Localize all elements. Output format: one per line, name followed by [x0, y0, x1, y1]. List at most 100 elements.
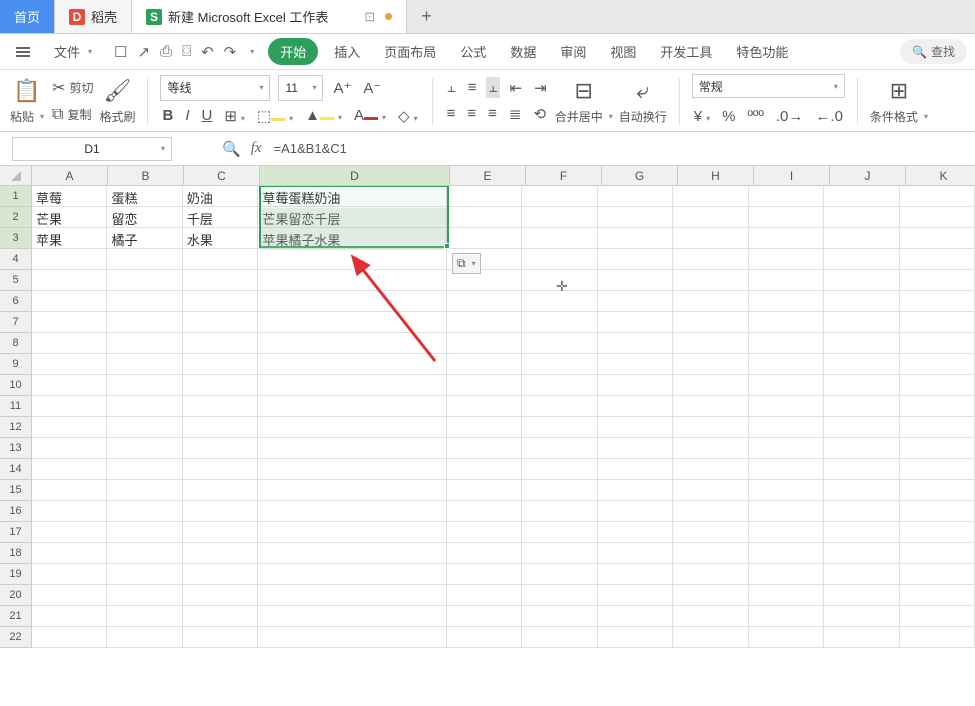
cell-H21[interactable] — [673, 606, 748, 627]
cell-A21[interactable] — [32, 606, 107, 627]
column-header-H[interactable]: H — [678, 166, 754, 186]
copy-button[interactable]: ⧉复制 — [50, 104, 93, 126]
cell-D18[interactable] — [258, 543, 447, 564]
row-header-20[interactable]: 20 — [0, 585, 32, 606]
row-header-4[interactable]: 4 — [0, 249, 32, 270]
cell-B16[interactable] — [107, 501, 182, 522]
cell-I15[interactable] — [749, 480, 824, 501]
cell-G22[interactable] — [598, 627, 673, 648]
cell-A9[interactable] — [32, 354, 107, 375]
cell-A8[interactable] — [32, 333, 107, 354]
row-header-14[interactable]: 14 — [0, 459, 32, 480]
cell-E17[interactable] — [447, 522, 522, 543]
cell-B17[interactable] — [107, 522, 182, 543]
cell-C11[interactable] — [183, 396, 258, 417]
cell-H17[interactable] — [673, 522, 748, 543]
cell-K16[interactable] — [900, 501, 975, 522]
cell-B8[interactable] — [107, 333, 182, 354]
cell-D13[interactable] — [258, 438, 447, 459]
ribbon-tab-start[interactable]: 开始 — [268, 38, 318, 65]
cell-I9[interactable] — [749, 354, 824, 375]
cell-B2[interactable]: 留恋 — [107, 207, 182, 228]
cell-C14[interactable] — [183, 459, 258, 480]
row-header-9[interactable]: 9 — [0, 354, 32, 375]
cell-B11[interactable] — [107, 396, 182, 417]
cell-B4[interactable] — [107, 249, 182, 270]
cell-I21[interactable] — [749, 606, 824, 627]
bold-icon[interactable]: B — [160, 105, 175, 126]
cell-A18[interactable] — [32, 543, 107, 564]
cell-K7[interactable] — [900, 312, 975, 333]
cell-E11[interactable] — [447, 396, 522, 417]
formula-input[interactable] — [262, 137, 975, 161]
cell-H18[interactable] — [673, 543, 748, 564]
merge-center-button[interactable]: ⊟ 合并居中▾ — [555, 76, 613, 125]
column-header-F[interactable]: F — [526, 166, 602, 186]
cell-I4[interactable] — [749, 249, 824, 270]
cell-A6[interactable] — [32, 291, 107, 312]
cell-J17[interactable] — [824, 522, 899, 543]
cell-I14[interactable] — [749, 459, 824, 480]
cell-E9[interactable] — [447, 354, 522, 375]
cell-E16[interactable] — [447, 501, 522, 522]
pin-icon[interactable]: ⊡ — [364, 9, 375, 25]
cell-D5[interactable] — [258, 270, 447, 291]
print-preview-icon[interactable]: ⌼ — [182, 43, 191, 60]
increase-font-icon[interactable]: A⁺ — [331, 77, 353, 99]
cell-G10[interactable] — [598, 375, 673, 396]
row-header-10[interactable]: 10 — [0, 375, 32, 396]
cell-F1[interactable] — [522, 186, 597, 207]
cell-H15[interactable] — [673, 480, 748, 501]
cell-I12[interactable] — [749, 417, 824, 438]
cell-I20[interactable] — [749, 585, 824, 606]
cut-button[interactable]: ✂剪切 — [50, 76, 93, 100]
decrease-font-icon[interactable]: A⁻ — [361, 77, 383, 99]
cell-B3[interactable]: 橘子 — [107, 228, 182, 249]
redo-icon[interactable]: ↷ — [224, 43, 237, 61]
cell-G20[interactable] — [598, 585, 673, 606]
cell-K1[interactable] — [900, 186, 975, 207]
cell-J15[interactable] — [824, 480, 899, 501]
row-header-13[interactable]: 13 — [0, 438, 32, 459]
cell-G13[interactable] — [598, 438, 673, 459]
cell-H5[interactable] — [673, 270, 748, 291]
row-header-19[interactable]: 19 — [0, 564, 32, 585]
comma-style-icon[interactable]: ººº — [745, 106, 765, 127]
cell-D12[interactable] — [258, 417, 447, 438]
cell-D14[interactable] — [258, 459, 447, 480]
cell-K6[interactable] — [900, 291, 975, 312]
cell-F12[interactable] — [522, 417, 597, 438]
cell-J5[interactable] — [824, 270, 899, 291]
cell-J11[interactable] — [824, 396, 899, 417]
name-box[interactable]: D1 ▾ — [12, 137, 172, 161]
cell-F21[interactable] — [522, 606, 597, 627]
cell-D21[interactable] — [258, 606, 447, 627]
cell-D3[interactable]: 苹果橘子水果 — [258, 228, 447, 249]
fx-icon[interactable]: fx — [251, 140, 262, 157]
cell-A3[interactable]: 苹果 — [32, 228, 107, 249]
paste-options-button[interactable]: ⧉▾ — [452, 253, 481, 274]
cell-K10[interactable] — [900, 375, 975, 396]
cell-H4[interactable] — [673, 249, 748, 270]
cell-I11[interactable] — [749, 396, 824, 417]
cell-D15[interactable] — [258, 480, 447, 501]
tab-home[interactable]: 首页 — [0, 0, 55, 33]
cell-K20[interactable] — [900, 585, 975, 606]
cell-A19[interactable] — [32, 564, 107, 585]
cell-C8[interactable] — [183, 333, 258, 354]
fill-color-icon[interactable]: ⬚▾ — [255, 105, 295, 127]
cell-F17[interactable] — [522, 522, 597, 543]
cell-G18[interactable] — [598, 543, 673, 564]
cell-J16[interactable] — [824, 501, 899, 522]
cell-I16[interactable] — [749, 501, 824, 522]
row-header-8[interactable]: 8 — [0, 333, 32, 354]
cell-A1[interactable]: 草莓 — [32, 186, 107, 207]
cell-H13[interactable] — [673, 438, 748, 459]
underline-icon[interactable]: U — [199, 105, 214, 126]
cell-K5[interactable] — [900, 270, 975, 291]
cell-F4[interactable] — [522, 249, 597, 270]
cell-C18[interactable] — [183, 543, 258, 564]
clear-format-icon[interactable]: ◇▾ — [396, 105, 420, 127]
cell-A20[interactable] — [32, 585, 107, 606]
cell-J4[interactable] — [824, 249, 899, 270]
